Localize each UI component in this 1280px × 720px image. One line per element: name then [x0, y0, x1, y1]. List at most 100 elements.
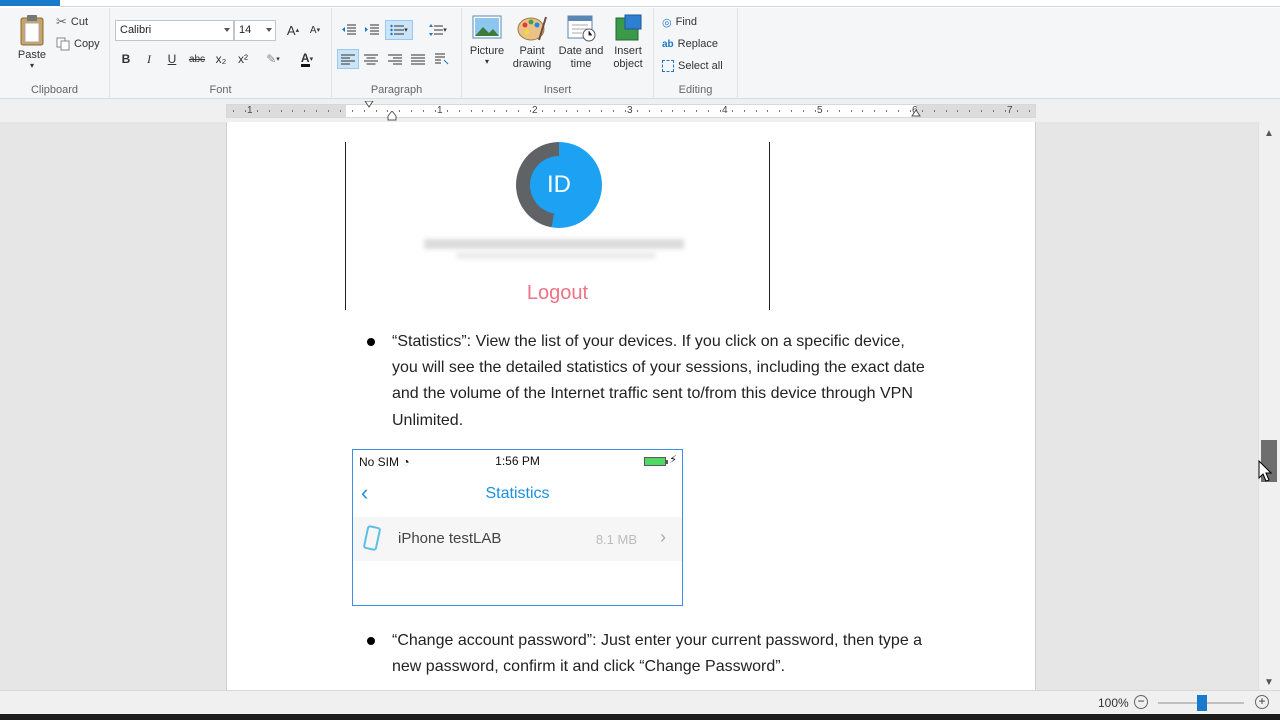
paste-icon [20, 15, 44, 46]
document-page[interactable]: ID Logout “Statistics”: View the list of… [226, 122, 1036, 690]
ribbon: Paste ▾ ✂ Cut Copy Clipboard Calibri 14 … [0, 8, 1280, 99]
ruler-tick [660, 110, 662, 112]
grow-font-icon: A [286, 22, 296, 38]
insert-group-label: Insert [543, 84, 572, 96]
ruler-tick [577, 110, 579, 112]
ruler-tick [969, 110, 971, 112]
change-password-paragraph[interactable]: “Change account password”: Just enter yo… [392, 628, 932, 680]
zoom-slider-thumb[interactable] [1197, 695, 1207, 711]
vertical-scrollbar[interactable]: ▲ ▼ [1258, 122, 1280, 690]
align-left-button[interactable] [337, 49, 359, 69]
ruler-tick [458, 110, 460, 112]
italic-button[interactable]: I [138, 49, 160, 69]
horizontal-ruler[interactable]: 1 1 2 3 4 5 6 7 [226, 101, 1036, 121]
paragraph-dialog-button[interactable] [431, 49, 453, 69]
text-color-button[interactable]: A ▾ [292, 49, 322, 69]
zoom-out-button[interactable]: − [1134, 695, 1148, 709]
binoculars-icon: ◎ [662, 16, 672, 29]
ruler-number: 1 [247, 105, 253, 116]
embedded-account-screenshot[interactable]: ID Logout [345, 142, 770, 310]
ruler-tick [613, 110, 614, 112]
embedded-statistics-screenshot[interactable]: No SIM ◔ 1:56 PM ⚡ ‹ Statistics iPhone t… [352, 449, 683, 606]
ruler-tick [648, 110, 650, 112]
ruler-number: 3 [627, 105, 633, 116]
font-group-label: Font [209, 84, 232, 96]
font-size-value: 14 [239, 24, 252, 36]
bullets-button[interactable]: ▾ [385, 20, 413, 40]
line-spacing-button[interactable]: ▾ [424, 20, 452, 40]
highlight-button[interactable]: ✎ ▾ [258, 49, 288, 69]
paint-drawing-label-2: drawing [512, 58, 552, 70]
grow-font-button[interactable]: A ▴ [282, 20, 304, 40]
ruler-tick [1028, 110, 1030, 112]
file-tab[interactable] [0, 0, 60, 6]
scroll-up-arrow-icon[interactable]: ▲ [1264, 128, 1274, 139]
ruler-tick [470, 110, 472, 112]
zoom-in-button[interactable]: + [1255, 695, 1269, 709]
ruler-number: 2 [532, 105, 538, 116]
picture-button[interactable]: Picture ▾ [466, 14, 508, 66]
increase-indent-button[interactable] [361, 20, 383, 40]
font-family-select[interactable]: Calibri [115, 20, 234, 41]
ruler-tick [743, 110, 745, 112]
replace-button[interactable]: ab Replace [662, 34, 718, 54]
date-time-button[interactable]: Date and time [556, 14, 606, 71]
ruler-tick [316, 110, 318, 112]
date-time-label-1: Date and [558, 45, 604, 57]
find-button[interactable]: ◎ Find [662, 12, 697, 32]
insert-object-button[interactable]: Insert object [606, 14, 650, 71]
clock-text: 1:56 PM [495, 454, 540, 468]
title-strip [0, 0, 1280, 8]
ruler-tick [993, 110, 994, 112]
ruler-tick [767, 110, 769, 112]
font-size-select[interactable]: 14 [234, 20, 276, 41]
font-family-value: Calibri [120, 24, 152, 36]
ruler-number: 1 [437, 105, 443, 116]
statistics-paragraph[interactable]: “Statistics”: View the list of your devi… [392, 329, 932, 434]
ruler-tick [351, 110, 353, 112]
strikethrough-button[interactable]: abc [186, 49, 208, 69]
phone-icon [362, 524, 382, 552]
ruler-tick [1016, 110, 1018, 112]
align-center-icon [364, 54, 378, 64]
paste-dropdown-icon[interactable]: ▾ [12, 62, 52, 70]
paste-button[interactable]: Paste ▾ [12, 14, 52, 70]
ruler-tick [862, 110, 864, 112]
ruler-tick [624, 110, 626, 112]
copy-button[interactable]: Copy [56, 34, 100, 54]
bold-button[interactable]: B [115, 49, 137, 69]
decrease-indent-button[interactable] [338, 20, 360, 40]
insert-object-label-2: object [613, 58, 643, 70]
ruler-tick [708, 110, 709, 112]
ruler-tick [256, 110, 258, 112]
ruler-tick [779, 110, 781, 112]
align-center-button[interactable] [360, 49, 382, 69]
paint-drawing-button[interactable]: Paint drawing [510, 14, 554, 71]
replace-icon: ab [662, 38, 674, 50]
shrink-font-button[interactable]: A ▾ [304, 20, 326, 40]
tab-divider [60, 6, 1280, 7]
ruler-tick [945, 110, 947, 112]
editing-group-label: Editing [678, 84, 713, 96]
insert-object-label-1: Insert [614, 45, 642, 57]
align-right-button[interactable] [384, 49, 406, 69]
right-indent-marker[interactable] [911, 110, 921, 118]
subscript-button[interactable]: x₂ [210, 49, 232, 69]
scroll-down-arrow-icon[interactable]: ▼ [1264, 677, 1274, 688]
cut-button[interactable]: ✂ Cut [56, 12, 88, 32]
justify-button[interactable] [407, 49, 429, 69]
ruler-tick [601, 110, 603, 112]
zoom-level: 100% [1098, 696, 1129, 710]
ruler-tick [244, 110, 246, 112]
first-line-indent-marker[interactable] [364, 101, 374, 109]
document-area[interactable]: ID Logout “Statistics”: View the list of… [0, 122, 1258, 690]
hanging-indent-marker[interactable] [387, 111, 397, 121]
ruler-tick [672, 110, 674, 112]
underline-button[interactable]: U [161, 49, 183, 69]
ruler-tick [280, 110, 282, 112]
insert-object-icon [615, 14, 642, 41]
ruler-tick [981, 110, 983, 112]
superscript-button[interactable]: x² [232, 49, 254, 69]
select-all-button[interactable]: Select all [662, 56, 723, 76]
date-time-label-2: time [570, 58, 592, 70]
